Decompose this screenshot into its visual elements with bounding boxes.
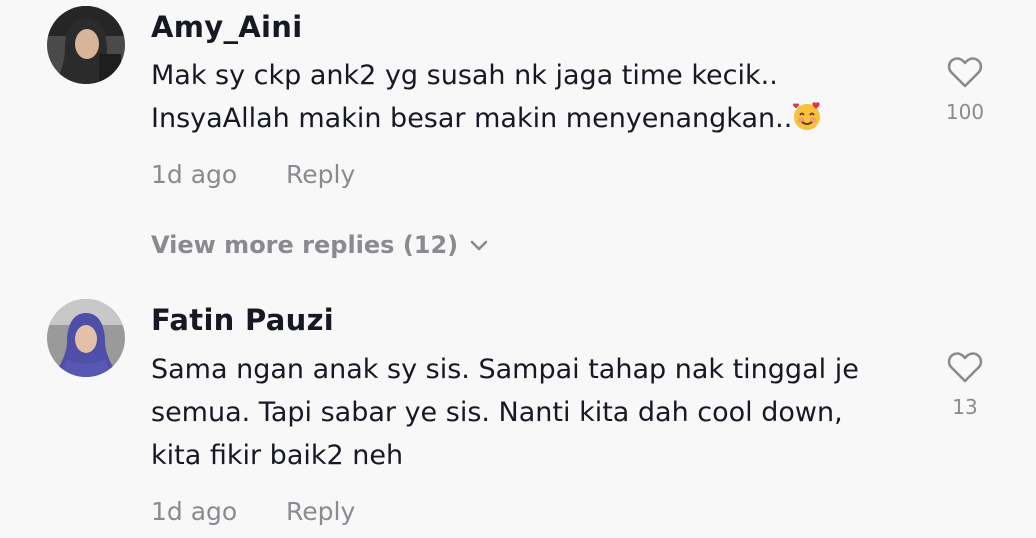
avatar[interactable]	[47, 299, 125, 377]
heart-icon	[947, 57, 983, 88]
avatar[interactable]	[47, 6, 125, 84]
reply-button[interactable]: Reply	[286, 160, 355, 189]
user-avatar-icon	[47, 6, 125, 84]
like-button[interactable]: 100	[930, 56, 1000, 124]
comment-line: semua. Tapi sabar ye sis. Nanti kita dah…	[151, 397, 843, 428]
comment-line: InsyaAllah makin besar makin menyenangka…	[151, 97, 901, 140]
comment-meta: 1d ago Reply	[151, 497, 355, 526]
comment-meta: 1d ago Reply	[151, 160, 355, 189]
comment-text: Sama ngan anak sy sis. Sampai tahap nak …	[151, 348, 901, 477]
comment-line: Mak sy ckp ank2 yg susah nk jaga time ke…	[151, 60, 778, 91]
like-count: 13	[952, 395, 978, 419]
reply-button[interactable]: Reply	[286, 497, 355, 526]
heart-icon	[947, 352, 983, 383]
comment-line: kita fikir baik2 neh	[151, 440, 404, 471]
view-more-replies-button[interactable]: View more replies (12)	[151, 231, 488, 259]
chevron-down-icon	[470, 240, 488, 251]
username[interactable]: Fatin Pauzi	[151, 303, 334, 337]
user-avatar-icon	[47, 299, 125, 377]
like-button[interactable]: 13	[930, 351, 1000, 419]
timestamp: 1d ago	[151, 160, 238, 189]
username[interactable]: Amy_Aini	[151, 10, 302, 44]
comment-line: Sama ngan anak sy sis. Sampai tahap nak …	[151, 354, 859, 385]
like-count: 100	[945, 100, 985, 124]
comment-line-text: InsyaAllah makin besar makin menyenangka…	[151, 103, 793, 134]
comment-text: Mak sy ckp ank2 yg susah nk jaga time ke…	[151, 54, 901, 140]
timestamp: 1d ago	[151, 497, 238, 526]
smiling-face-with-hearts-icon	[793, 102, 821, 130]
view-more-replies-label: View more replies (12)	[151, 231, 459, 259]
